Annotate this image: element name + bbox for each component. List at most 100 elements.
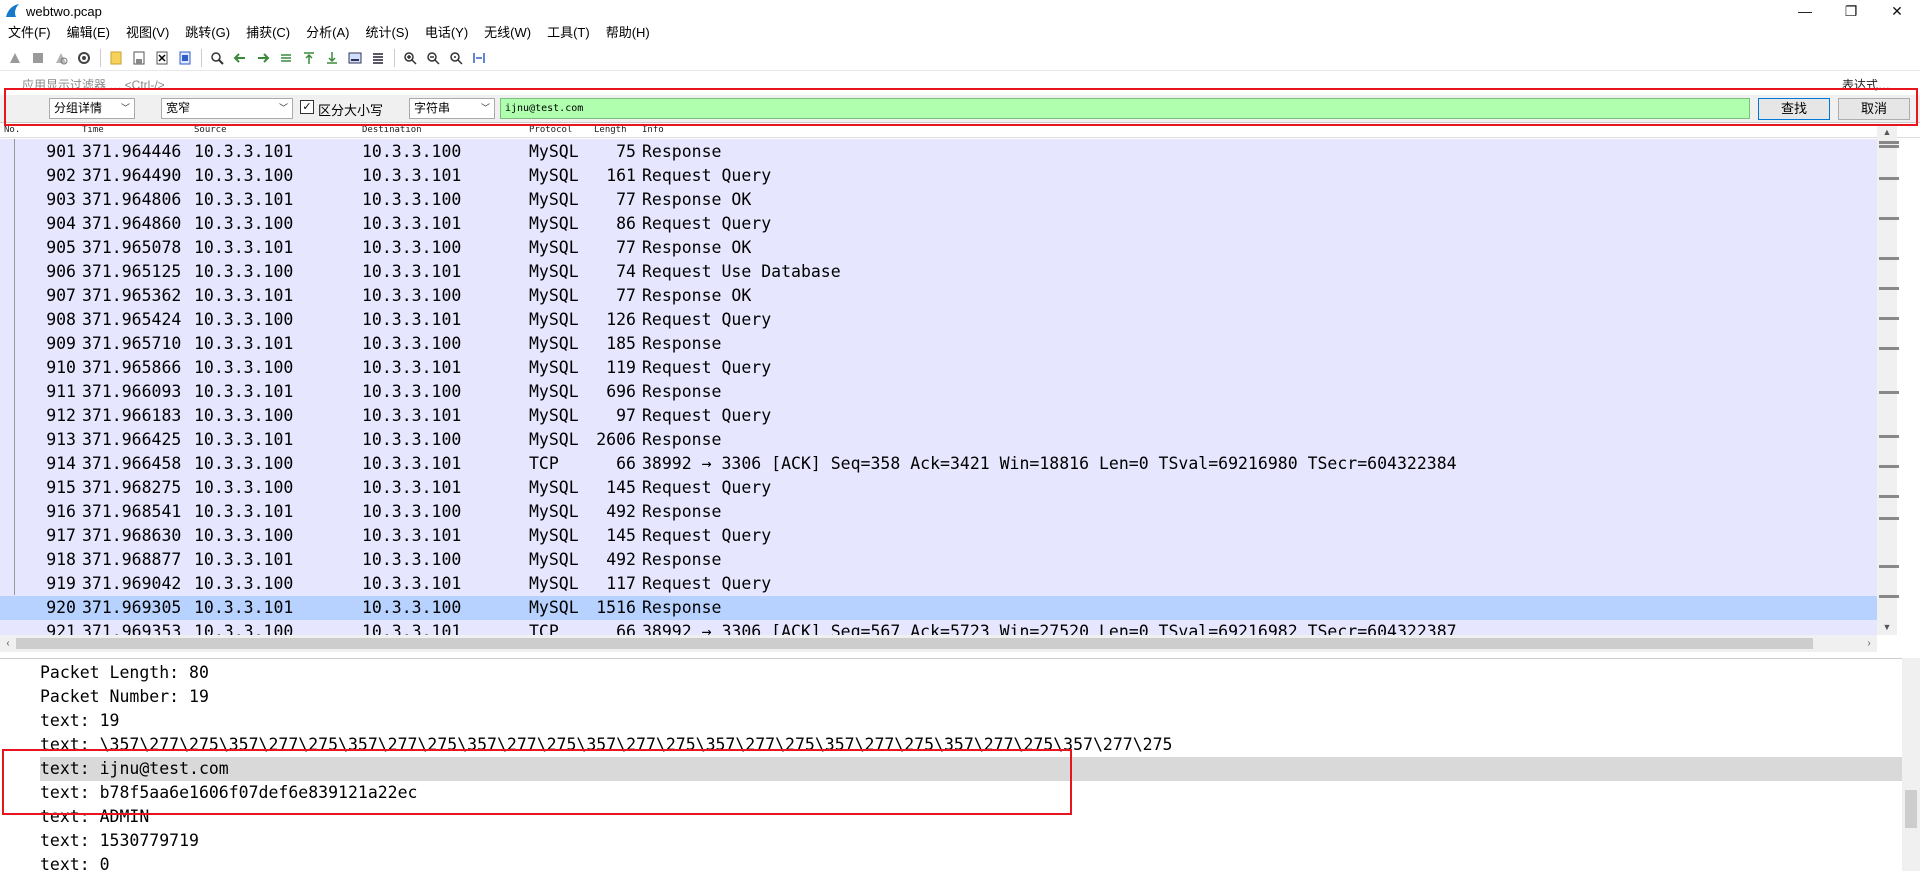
packet-row[interactable]: 911 371.966093 10.3.3.101 10.3.3.100 MySQL 69… [0, 380, 1877, 404]
search-in-select[interactable]: 分组详情 ﹀ [49, 98, 135, 119]
start-capture-icon[interactable] [4, 48, 25, 68]
column-header-protocol[interactable]: Protocol [529, 125, 572, 135]
packet-cell-src: 10.3.3.101 [194, 238, 294, 257]
packet-cell-len: 126 [606, 310, 636, 329]
scroll-right-icon[interactable]: › [1861, 635, 1877, 652]
capture-options-icon[interactable] [73, 48, 94, 68]
detail-vertical-scrollbar[interactable] [1902, 658, 1920, 871]
packet-row[interactable]: 910 371.965866 10.3.3.100 10.3.3.101 MySQL 11… [0, 356, 1877, 380]
packet-row[interactable]: 905 371.965078 10.3.3.101 10.3.3.100 MySQL 77… [0, 236, 1877, 260]
packet-cell-dst: 10.3.3.101 [362, 310, 462, 329]
packet-cell-info: Response [642, 382, 722, 401]
close-file-icon[interactable] [151, 48, 172, 68]
detail-line[interactable]: text: \357\277\275\357\277\275\357\277\2… [40, 733, 1902, 757]
packet-row[interactable]: 920 371.969305 10.3.3.101 10.3.3.100 MySQL 15… [0, 596, 1877, 620]
detail-line[interactable]: Packet Length: 80 [40, 661, 1902, 685]
packet-row[interactable]: 906 371.965125 10.3.3.100 10.3.3.101 MySQL 74… [0, 260, 1877, 284]
first-packet-icon[interactable] [298, 48, 319, 68]
char-width-select[interactable]: 宽窄 ﹀ [161, 98, 293, 119]
detail-line[interactable]: text: b78f5aa6e1606f07def6e839121a22ec [40, 781, 1902, 805]
packet-row[interactable]: 902 371.964490 10.3.3.100 10.3.3.101 MySQL 16… [0, 164, 1877, 188]
chevron-down-icon: ﹀ [480, 103, 490, 113]
detail-line[interactable]: text: 1530779719 [40, 829, 1902, 853]
packet-row[interactable]: 917 371.968630 10.3.3.100 10.3.3.101 MySQL 14… [0, 524, 1877, 548]
detail-line[interactable]: text: ADMIN [40, 805, 1902, 829]
scroll-left-icon[interactable]: ‹ [0, 635, 16, 652]
case-sensitive-checkbox[interactable]: ✓ [300, 100, 314, 114]
minimap-tick [1879, 565, 1899, 568]
zoom-in-icon[interactable] [399, 48, 420, 68]
menu-statistics[interactable]: 统计(S) [357, 23, 416, 43]
resize-columns-icon[interactable] [468, 48, 489, 68]
restart-capture-icon[interactable] [50, 48, 71, 68]
column-header-destination[interactable]: Destination [362, 125, 422, 135]
packet-row[interactable]: 913 371.966425 10.3.3.101 10.3.3.100 MySQL 26… [0, 428, 1877, 452]
packet-row[interactable]: 908 371.965424 10.3.3.100 10.3.3.101 MySQL 12… [0, 308, 1877, 332]
packet-row[interactable]: 904 371.964860 10.3.3.100 10.3.3.101 MySQL 86… [0, 212, 1877, 236]
zoom-reset-icon[interactable] [445, 48, 466, 68]
packet-row[interactable]: 912 371.966183 10.3.3.100 10.3.3.101 MySQL 97… [0, 404, 1877, 428]
column-header-length[interactable]: Length [594, 125, 627, 135]
packet-row[interactable]: 907 371.965362 10.3.3.101 10.3.3.100 MySQL 77… [0, 284, 1877, 308]
cancel-button[interactable]: 取消 [1838, 98, 1910, 120]
menu-wireless[interactable]: 无线(W) [476, 23, 539, 43]
scrollbar-thumb[interactable] [1905, 790, 1917, 828]
expression-button[interactable]: 表达式… [1842, 76, 1890, 93]
minimize-button[interactable]: — [1782, 0, 1828, 22]
go-forward-icon[interactable] [252, 48, 273, 68]
menu-telephony[interactable]: 电话(Y) [417, 23, 476, 43]
save-file-icon[interactable] [128, 48, 149, 68]
packet-row[interactable]: 916 371.968541 10.3.3.101 10.3.3.100 MySQL 49… [0, 500, 1877, 524]
packet-row[interactable]: 921 371.969353 10.3.3.100 10.3.3.101 TCP 66 38… [0, 620, 1877, 635]
scroll-down-icon[interactable]: ▼ [1877, 619, 1897, 635]
packet-list-horizontal-scrollbar[interactable]: ‹ › [0, 635, 1877, 652]
display-filter-input[interactable]: 应用显示过滤器 … <Ctrl-/> [22, 76, 165, 93]
menu-tools[interactable]: 工具(T) [539, 23, 598, 43]
scroll-up-icon[interactable]: ▲ [1877, 124, 1897, 140]
packet-row[interactable]: 909 371.965710 10.3.3.101 10.3.3.100 MySQL 18… [0, 332, 1877, 356]
menu-edit[interactable]: 编辑(E) [59, 23, 118, 43]
minimap-tick [1879, 465, 1899, 468]
packet-cell-no: 921 [46, 622, 76, 635]
maximize-button[interactable]: ❐ [1828, 0, 1874, 22]
packet-row[interactable]: 901 371.964446 10.3.3.101 10.3.3.100 MySQL 75… [0, 140, 1877, 164]
detail-line[interactable]: text: 0 [40, 853, 1902, 871]
last-packet-icon[interactable] [321, 48, 342, 68]
display-filter-bar[interactable]: 应用显示过滤器 … <Ctrl-/> 表达式… [0, 72, 1920, 94]
packet-minimap[interactable] [1877, 139, 1901, 619]
find-packet-icon[interactable] [206, 48, 227, 68]
packet-row[interactable]: 914 371.966458 10.3.3.100 10.3.3.101 TCP 66 38… [0, 452, 1877, 476]
colorize-icon[interactable] [367, 48, 388, 68]
column-header-no[interactable]: No. [4, 125, 20, 135]
find-query-input[interactable]: ijnu@test.com [500, 98, 1750, 119]
stop-capture-icon[interactable] [27, 48, 48, 68]
scrollbar-thumb[interactable] [16, 638, 1813, 649]
detail-line[interactable]: Packet Number: 19 [40, 685, 1902, 709]
column-header-time[interactable]: Time [82, 125, 104, 135]
menu-analyze[interactable]: 分析(A) [298, 23, 357, 43]
column-header-source[interactable]: Source [194, 125, 227, 135]
packet-cell-info: 38992 → 3306 [ACK] Seq=358 Ack=3421 Win=… [642, 454, 1457, 473]
close-button[interactable]: ✕ [1874, 0, 1920, 22]
packet-row[interactable]: 915 371.968275 10.3.3.100 10.3.3.101 MySQL 14… [0, 476, 1877, 500]
open-file-icon[interactable] [105, 48, 126, 68]
menu-view[interactable]: 视图(V) [118, 23, 177, 43]
packet-row[interactable]: 919 371.969042 10.3.3.100 10.3.3.101 MySQL 11… [0, 572, 1877, 596]
go-to-packet-icon[interactable] [275, 48, 296, 68]
menu-file[interactable]: 文件(F) [0, 23, 59, 43]
packet-row[interactable]: 903 371.964806 10.3.3.101 10.3.3.100 MySQL 77… [0, 188, 1877, 212]
go-back-icon[interactable] [229, 48, 250, 68]
search-type-select[interactable]: 字符串 ﹀ [409, 98, 495, 119]
menu-help[interactable]: 帮助(H) [598, 23, 658, 43]
find-button[interactable]: 查找 [1758, 98, 1830, 120]
column-header-info[interactable]: Info [642, 125, 664, 135]
zoom-out-icon[interactable] [422, 48, 443, 68]
detail-line[interactable]: text: ijnu@test.com [40, 757, 1902, 781]
detail-line[interactable]: text: 19 [40, 709, 1902, 733]
reload-file-icon[interactable] [174, 48, 195, 68]
autoscroll-icon[interactable] [344, 48, 365, 68]
menu-go[interactable]: 跳转(G) [177, 23, 238, 43]
packet-cell-dst: 10.3.3.101 [362, 574, 462, 593]
packet-row[interactable]: 918 371.968877 10.3.3.101 10.3.3.100 MySQL 49… [0, 548, 1877, 572]
menu-capture[interactable]: 捕获(C) [238, 23, 298, 43]
